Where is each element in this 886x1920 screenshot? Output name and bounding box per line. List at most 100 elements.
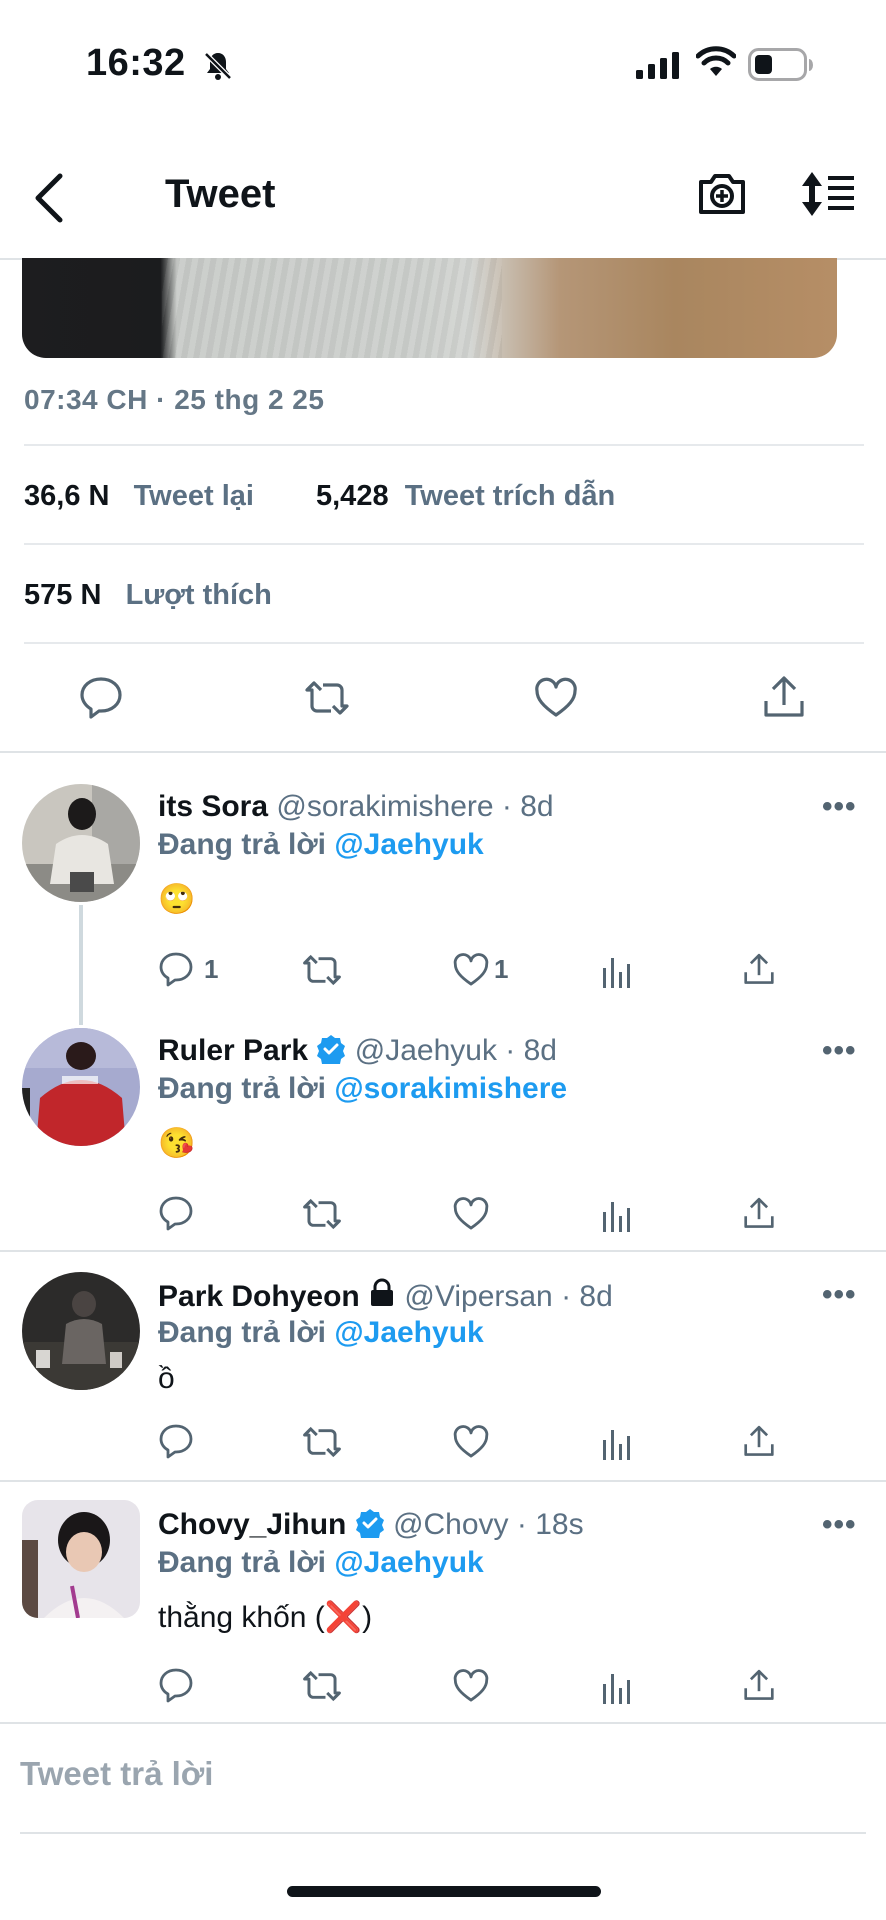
user-handle-time: @Jaehyuk · 8d xyxy=(354,1034,557,1067)
avatar[interactable] xyxy=(22,1028,140,1146)
analytics-icon[interactable] xyxy=(600,950,634,990)
more-options-icon[interactable]: ••• xyxy=(822,790,857,824)
like-heart-icon[interactable] xyxy=(452,1422,490,1462)
analytics-icon[interactable] xyxy=(600,1666,634,1706)
retweet-icon[interactable] xyxy=(302,1666,342,1706)
tweet-action-bar xyxy=(0,645,886,753)
mention-link[interactable]: @Jaehyuk xyxy=(334,828,483,861)
replying-to-prefix: Đang trả lời xyxy=(158,1546,327,1579)
quote-label: Tweet trích dẫn xyxy=(404,480,616,512)
reply-header: Park Dohyeon @Vipersan · 8d xyxy=(158,1278,613,1314)
divider xyxy=(0,1722,886,1724)
analytics-icon[interactable] xyxy=(600,1194,634,1234)
like-heart-icon[interactable] xyxy=(533,675,579,721)
wifi-icon xyxy=(696,46,736,76)
mention-link[interactable]: @Jaehyuk xyxy=(334,1546,483,1579)
divider xyxy=(0,1480,886,1482)
lock-icon xyxy=(371,1278,394,1306)
replying-to-prefix: Đang trả lời xyxy=(158,828,327,861)
cross-mark-emoji: ❌ xyxy=(324,1601,363,1634)
reply-header: Chovy_Jihun @Chovy · 18s xyxy=(158,1508,584,1542)
reply-icon[interactable] xyxy=(158,1666,194,1706)
like-count: 1 xyxy=(494,954,509,984)
share-icon[interactable] xyxy=(742,1666,776,1706)
quote-stats[interactable]: 5,428 Tweet trích dẫn xyxy=(316,480,615,513)
replying-to-prefix: Đang trả lời xyxy=(158,1316,327,1349)
top-nav-bar: Tweet xyxy=(0,130,886,260)
more-options-icon[interactable]: ••• xyxy=(822,1278,857,1312)
divider xyxy=(20,1832,866,1834)
user-display-name[interactable]: Chovy_Jihun xyxy=(158,1508,346,1541)
cellular-signal-icon xyxy=(636,52,679,79)
divider xyxy=(0,1250,886,1252)
tweet-media-image[interactable] xyxy=(22,258,837,358)
like-heart-icon[interactable] xyxy=(452,950,490,990)
user-display-name[interactable]: Ruler Park xyxy=(158,1034,308,1067)
retweet-icon[interactable] xyxy=(302,950,342,990)
reply-header: Ruler Park @Jaehyuk · 8d xyxy=(158,1034,557,1068)
retweet-stats[interactable]: 36,6 N Tweet lại xyxy=(24,480,254,513)
verified-badge-icon xyxy=(317,1035,346,1064)
reply-icon[interactable] xyxy=(158,1422,194,1462)
user-display-name[interactable]: Park Dohyeon xyxy=(158,1280,360,1313)
share-icon[interactable] xyxy=(761,675,807,721)
more-options-icon[interactable]: ••• xyxy=(822,1508,857,1542)
divider xyxy=(24,444,864,446)
reply-text-part: thằng khốn ( xyxy=(158,1601,325,1634)
divider xyxy=(24,543,864,545)
reply-icon[interactable] xyxy=(158,1194,194,1234)
retweet-icon[interactable] xyxy=(302,1194,342,1234)
like-count: 575 N xyxy=(24,579,102,611)
like-stats[interactable]: 575 N Lượt thích xyxy=(24,579,272,612)
retweet-label: Tweet lại xyxy=(133,480,254,512)
page-title: Tweet xyxy=(165,172,276,216)
home-indicator[interactable] xyxy=(287,1886,601,1897)
battery-icon xyxy=(748,48,813,81)
replying-to: Đang trả lời @Jaehyuk xyxy=(158,1546,484,1580)
tweet-timestamp: 07:34 CH · 25 thg 2 25 xyxy=(24,384,325,415)
mention-link[interactable]: @sorakimishere xyxy=(334,1072,567,1105)
reply-action-bar xyxy=(158,1666,778,1706)
reply-action-bar xyxy=(158,1194,778,1234)
reply-icon[interactable] xyxy=(158,950,194,990)
reply-header: its Sora @sorakimishere · 8d xyxy=(158,790,554,824)
more-options-icon[interactable]: ••• xyxy=(822,1034,857,1068)
reply-text-part: ) xyxy=(362,1601,373,1634)
user-display-name[interactable]: its Sora xyxy=(158,790,268,823)
retweet-icon[interactable] xyxy=(302,1422,342,1462)
mention-link[interactable]: @Jaehyuk xyxy=(334,1316,483,1349)
avatar[interactable] xyxy=(22,784,140,902)
share-icon[interactable] xyxy=(742,1422,776,1462)
like-heart-icon[interactable] xyxy=(452,1194,490,1234)
like-label: Lượt thích xyxy=(125,579,272,611)
reply-item[interactable]: its Sora @sorakimishere · 8d ••• Đang tr… xyxy=(0,780,886,1030)
replying-to: Đang trả lời @sorakimishere xyxy=(158,1072,567,1106)
sort-replies-icon[interactable] xyxy=(800,170,858,218)
share-icon[interactable] xyxy=(742,1194,776,1234)
reply-action-bar: 1 1 xyxy=(158,950,778,990)
reply-text: thằng khốn (❌) xyxy=(158,1600,372,1635)
like-heart-icon[interactable] xyxy=(452,1666,490,1706)
divider xyxy=(24,642,864,644)
retweet-icon[interactable] xyxy=(304,675,350,721)
user-handle-time: @Chovy · 18s xyxy=(393,1508,584,1541)
reply-text: ồ xyxy=(158,1362,175,1395)
reply-icon[interactable] xyxy=(78,675,124,721)
replying-to-prefix: Đang trả lời xyxy=(158,1072,327,1105)
reply-count: 1 xyxy=(204,954,219,984)
verified-badge-icon xyxy=(355,1509,384,1538)
share-icon[interactable] xyxy=(742,950,776,990)
reply-composer-input[interactable]: Tweet trả lời xyxy=(20,1755,213,1793)
replying-to: Đang trả lời @Jaehyuk xyxy=(158,1316,484,1350)
avatar[interactable] xyxy=(22,1500,140,1618)
reply-item[interactable]: Chovy_Jihun @Chovy · 18s ••• Đang trả lờ… xyxy=(0,1498,886,1722)
back-arrow-icon[interactable] xyxy=(30,170,70,226)
reply-text: 🙄 xyxy=(158,883,196,916)
status-time: 16:32 xyxy=(86,42,186,84)
reply-item[interactable]: Park Dohyeon @Vipersan · 8d ••• Đang trả… xyxy=(0,1268,886,1480)
analytics-icon[interactable] xyxy=(600,1422,634,1462)
camera-plus-icon[interactable] xyxy=(697,168,747,218)
avatar[interactable] xyxy=(22,1272,140,1390)
reply-item[interactable]: Ruler Park @Jaehyuk · 8d ••• Đang trả lờ… xyxy=(0,1024,886,1250)
quote-count: 5,428 xyxy=(316,480,389,512)
